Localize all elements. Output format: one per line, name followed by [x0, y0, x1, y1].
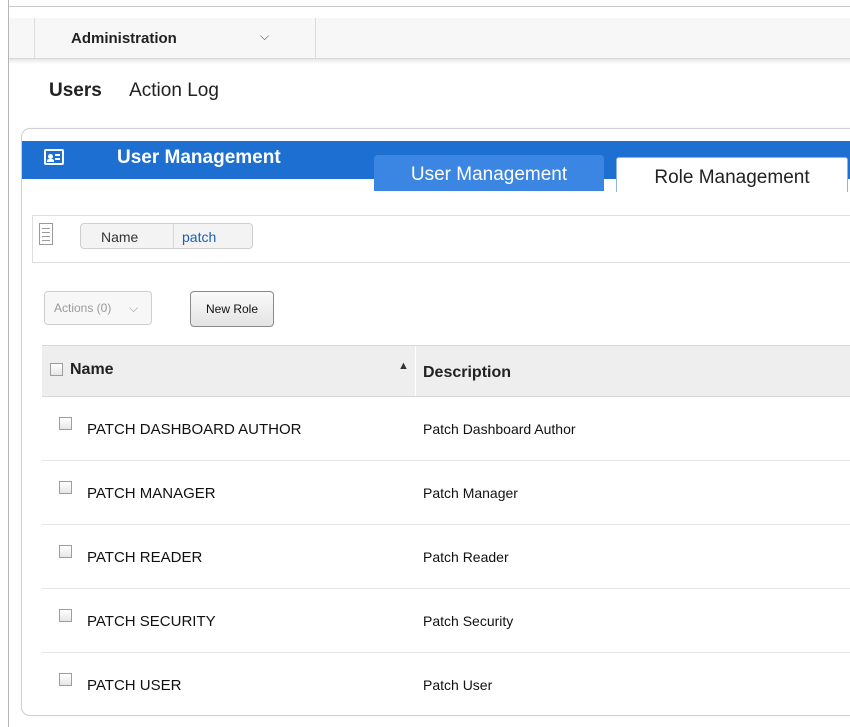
- role-name[interactable]: PATCH SECURITY: [87, 613, 216, 630]
- table-row[interactable]: PATCH DASHBOARD AUTHOR Patch Dashboard A…: [42, 397, 850, 461]
- role-name[interactable]: PATCH DASHBOARD AUTHOR: [87, 421, 301, 438]
- panel-header: User Management User Management Role Man…: [22, 141, 850, 192]
- role-description: Patch Security: [423, 613, 514, 629]
- table-row[interactable]: PATCH USER Patch User: [42, 653, 850, 715]
- role-name[interactable]: PATCH MANAGER: [87, 485, 216, 502]
- role-name[interactable]: PATCH USER: [87, 677, 181, 694]
- role-description: Patch Reader: [423, 549, 509, 565]
- row-checkbox[interactable]: [59, 417, 72, 430]
- filter-panel-icon[interactable]: [39, 223, 53, 245]
- table-row[interactable]: PATCH READER Patch Reader: [42, 525, 850, 589]
- subnav-item-users[interactable]: Users: [49, 80, 102, 102]
- row-checkbox[interactable]: [59, 609, 72, 622]
- row-checkbox[interactable]: [59, 673, 72, 686]
- new-role-button[interactable]: New Role: [190, 291, 274, 327]
- sort-ascending-icon[interactable]: ▲: [398, 360, 409, 372]
- chevron-down-icon: ⌵: [129, 301, 139, 315]
- panel-title: User Management: [117, 147, 281, 168]
- administration-menu-label: Administration: [71, 30, 177, 47]
- select-all-checkbox[interactable]: [50, 363, 63, 376]
- row-checkbox[interactable]: [59, 545, 72, 558]
- actions-label: Actions (0): [54, 301, 112, 315]
- filter-chip-name[interactable]: Name patch: [80, 223, 253, 249]
- table-header: Name ▲ Description: [42, 345, 850, 397]
- administration-menu[interactable]: Administration ⌵: [34, 18, 316, 58]
- filter-field-label: Name: [101, 229, 139, 245]
- role-name[interactable]: PATCH READER: [87, 549, 202, 566]
- role-description: Patch Dashboard Author: [423, 421, 576, 437]
- admin-bar: Administration ⌵: [9, 18, 850, 59]
- roles-table: Name ▲ Description PATCH DASHBOARD AUTHO…: [42, 345, 850, 715]
- subnav: Users Action Log: [49, 80, 241, 102]
- chevron-down-icon: ⌵: [260, 29, 270, 43]
- app-frame: Administration ⌵ Users Action Log User M…: [8, 0, 850, 727]
- role-description: Patch User: [423, 677, 493, 693]
- table-row[interactable]: PATCH MANAGER Patch Manager: [42, 461, 850, 525]
- tab-role-management[interactable]: Role Management: [616, 157, 848, 192]
- subnav-item-action-log[interactable]: Action Log: [129, 80, 219, 102]
- filter-chip-divider: [173, 224, 174, 248]
- admin-bar-shadow: [9, 59, 850, 64]
- filter-bar: Name patch: [32, 215, 850, 263]
- column-header-description[interactable]: Description: [423, 364, 511, 382]
- user-card-icon: [44, 149, 64, 165]
- table-row[interactable]: PATCH SECURITY Patch Security: [42, 589, 850, 653]
- role-description: Patch Manager: [423, 485, 518, 501]
- top-divider: [9, 6, 850, 7]
- user-management-panel: User Management User Management Role Man…: [21, 128, 850, 716]
- actions-dropdown-button[interactable]: Actions (0) ⌵: [44, 291, 152, 325]
- column-divider: [415, 346, 416, 396]
- column-header-name[interactable]: Name: [70, 361, 114, 379]
- tab-user-management[interactable]: User Management: [374, 155, 604, 191]
- row-checkbox[interactable]: [59, 481, 72, 494]
- filter-value[interactable]: patch: [182, 229, 216, 245]
